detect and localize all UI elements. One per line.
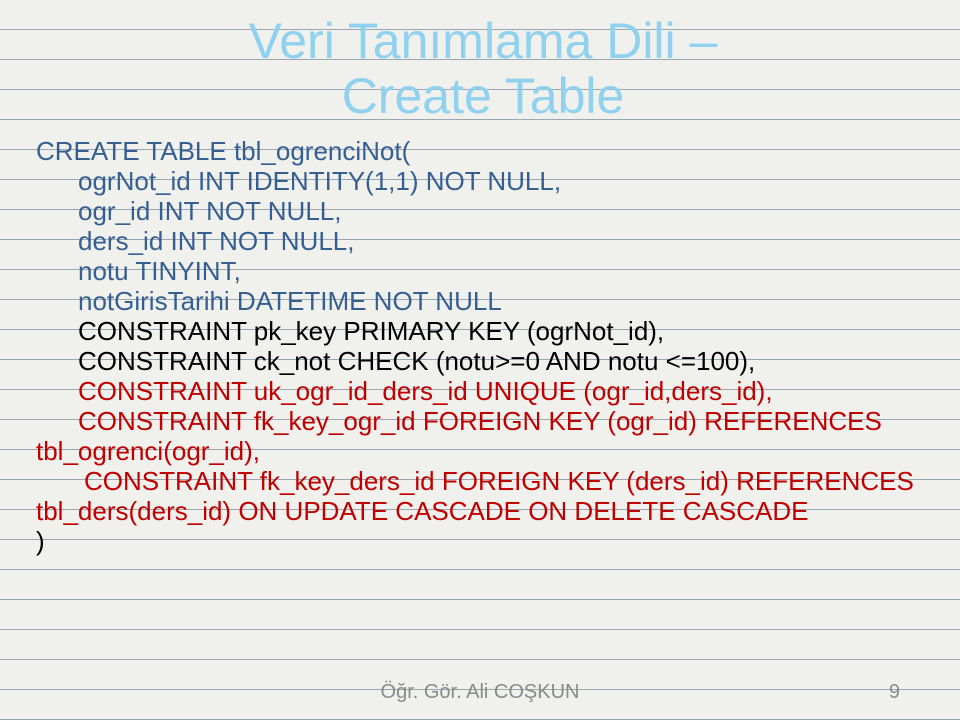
title-line-2: Create Table: [36, 69, 930, 124]
title-line-1: Veri Tanımlama Dili –: [249, 13, 718, 69]
code-line-constraint-ck: CONSTRAINT ck_not CHECK (notu>=0 AND not…: [36, 346, 930, 376]
footer-author: Öğr. Gör. Ali COŞKUN: [0, 681, 960, 704]
slide: Veri Tanımlama Dili – Create Table CREAT…: [0, 0, 960, 720]
code-line-constraint-fk-ogr-b: tbl_ogrenci(ogr_id),: [36, 436, 930, 466]
code-line-create: CREATE TABLE tbl_ogrenciNot(: [36, 136, 930, 166]
code-line-constraint-fk-ogr-a: CONSTRAINT fk_key_ogr_id FOREIGN KEY (og…: [36, 406, 930, 436]
code-line-constraint-fk-ders-b: tbl_ders(ders_id) ON UPDATE CASCADE ON D…: [36, 496, 930, 526]
slide-title: Veri Tanımlama Dili – Create Table: [36, 14, 930, 124]
code-block: CREATE TABLE tbl_ogrenciNot( ogrNot_id I…: [36, 136, 930, 556]
code-line-col-ogrnot: ogrNot_id INT IDENTITY(1,1) NOT NULL,: [36, 166, 930, 196]
page-number: 9: [889, 681, 900, 704]
code-line-col-dersid: ders_id INT NOT NULL,: [36, 226, 930, 256]
slide-content: Veri Tanımlama Dili – Create Table CREAT…: [36, 14, 930, 556]
code-line-constraint-uk: CONSTRAINT uk_ogr_id_ders_id UNIQUE (ogr…: [36, 376, 930, 406]
code-line-constraint-fk-ders-a: CONSTRAINT fk_key_ders_id FOREIGN KEY (d…: [36, 466, 930, 496]
code-line-close: ): [36, 526, 930, 556]
code-line-col-notu: notu TINYINT,: [36, 256, 930, 286]
code-line-col-notgiristarihi: notGirisTarihi DATETIME NOT NULL: [36, 286, 930, 316]
code-line-constraint-pk: CONSTRAINT pk_key PRIMARY KEY (ogrNot_id…: [36, 316, 930, 346]
code-line-col-ogrid: ogr_id INT NOT NULL,: [36, 196, 930, 226]
